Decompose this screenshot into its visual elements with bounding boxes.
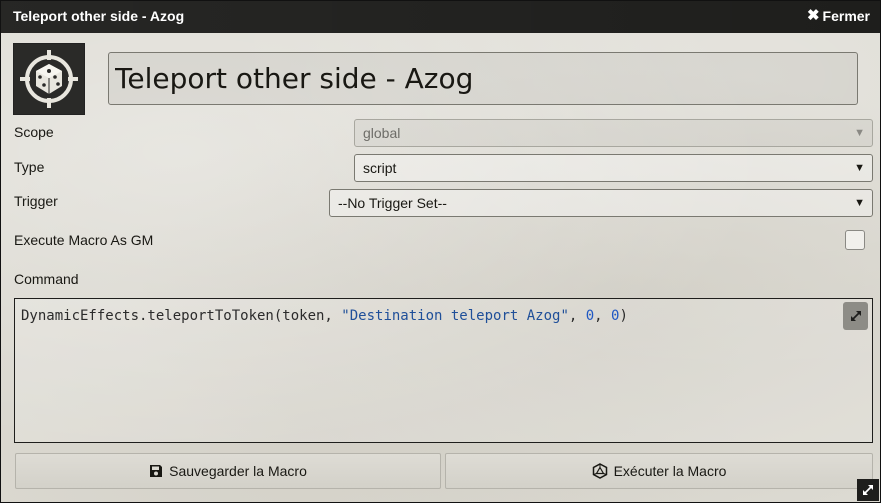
close-label: Fermer [822,8,870,24]
macro-image[interactable] [13,43,85,115]
expand-icon [850,311,861,321]
code-text: ) [619,308,628,324]
save-macro-label: Sauvegarder la Macro [169,463,307,479]
gm-label: Execute Macro As GM [14,232,154,248]
macro-config-window: Teleport other side - Azog ✖ Fermer Scop… [0,0,881,503]
resize-icon [863,485,873,495]
code-string: "Destination teleport Azog" [341,308,569,324]
code-text: DynamicEffects.teleportToToken(token, [21,308,342,324]
window-titlebar[interactable]: Teleport other side - Azog ✖ Fermer [1,1,880,33]
dropdown-arrow-icon: ▼ [854,162,865,174]
type-select[interactable]: script ▼ [354,154,873,182]
execute-macro-label: Exécuter la Macro [613,463,727,479]
window-title: Teleport other side - Azog [13,8,185,24]
macro-name-input[interactable] [108,52,858,105]
command-editor[interactable]: DynamicEffects.teleportToToken(token, "D… [14,298,873,443]
save-macro-button[interactable]: Sauvegarder la Macro [15,453,441,489]
window-resize-handle[interactable] [857,479,879,501]
save-icon [150,465,163,477]
code-number: 0 [585,308,595,324]
trigger-label: Trigger [14,193,58,209]
execute-as-gm-checkbox[interactable] [845,230,865,250]
type-value: script [363,160,397,176]
execute-macro-button[interactable]: Exécuter la Macro [445,453,873,489]
dropdown-arrow-icon: ▼ [854,197,865,209]
dice-icon [20,50,78,108]
type-label: Type [14,159,45,175]
trigger-select[interactable]: --No Trigger Set-- ▼ [329,189,873,217]
code-separator: , [568,308,586,324]
command-label: Command [14,271,79,287]
dropdown-arrow-icon: ▼ [854,127,865,139]
d20-icon [592,463,607,479]
expand-editor-button[interactable] [843,302,868,330]
close-button[interactable]: ✖ Fermer [807,8,870,24]
scope-select: global ▼ [354,119,873,147]
trigger-value: --No Trigger Set-- [338,195,447,211]
code-separator: , [594,308,612,324]
scope-value: global [363,125,401,141]
command-code: DynamicEffects.teleportToToken(token, "D… [21,308,628,324]
close-icon: ✖ [806,7,820,24]
scope-label: Scope [14,124,54,140]
